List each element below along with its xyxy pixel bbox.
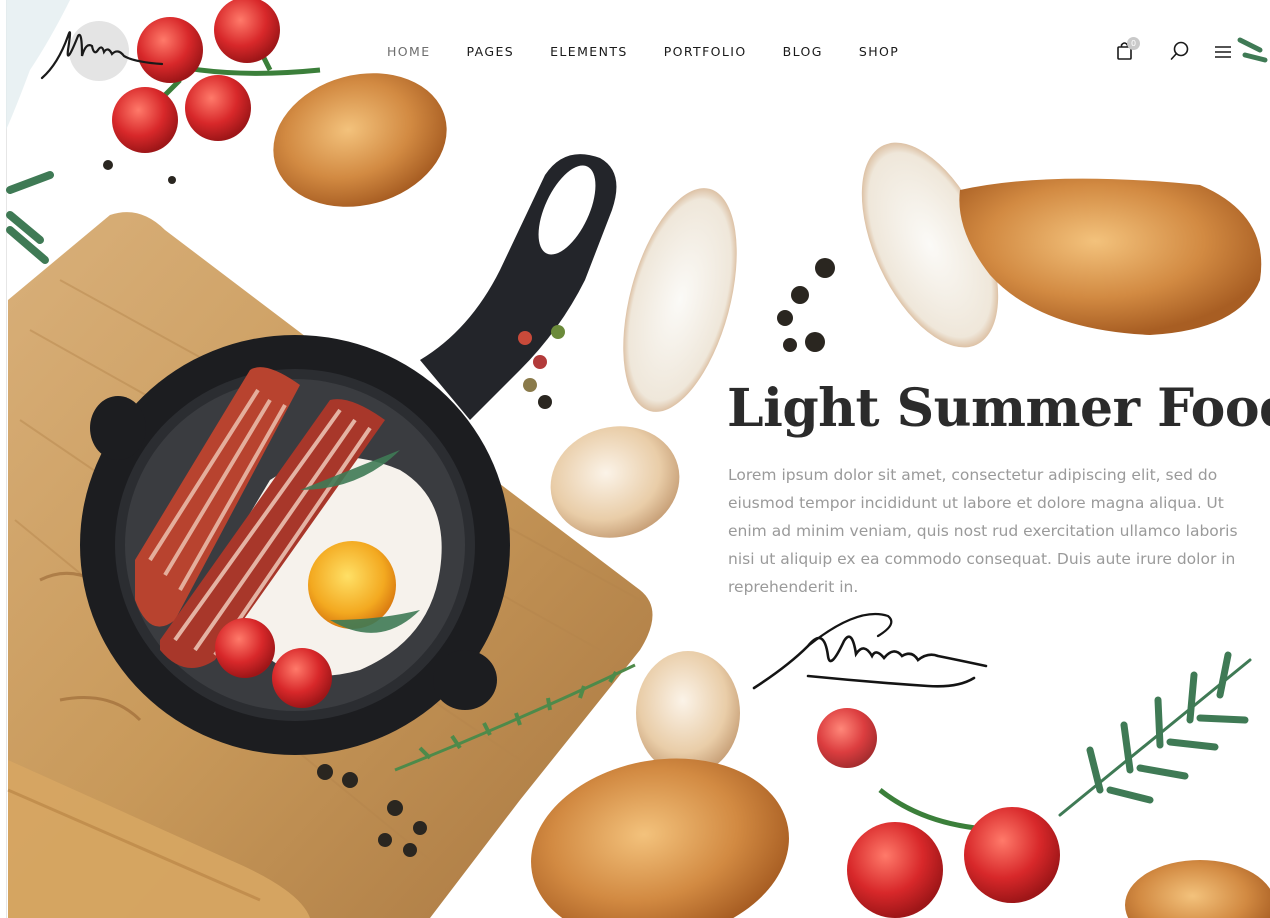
nav-portfolio[interactable]: PORTFOLIO <box>664 44 747 59</box>
hamburger-menu-icon[interactable] <box>1213 40 1237 64</box>
signature-logo-mark <box>40 31 164 80</box>
site-header: HOME PAGES ELEMENTS PORTFOLIO BLOG SHOP … <box>0 0 1270 104</box>
bread-roll-bottom <box>531 758 789 918</box>
herb-top-left <box>6 171 54 264</box>
nav-elements[interactable]: ELEMENTS <box>550 44 628 59</box>
nav-pages[interactable]: PAGES <box>467 44 515 59</box>
main-nav: HOME PAGES ELEMENTS PORTFOLIO BLOG SHOP <box>387 44 935 59</box>
rosemary-branch <box>1058 651 1252 817</box>
header-icons: 0 <box>1115 37 1237 64</box>
nav-home[interactable]: HOME <box>387 44 431 59</box>
handwritten-signature <box>752 612 988 690</box>
signature-logo[interactable] <box>38 16 170 88</box>
search-icon[interactable] <box>1169 40 1193 64</box>
tomato-vine-bottom <box>817 708 1060 918</box>
cart-count-badge: 0 <box>1127 37 1140 50</box>
hero-title: Light Summer Food <box>727 378 1270 439</box>
food-illustration <box>6 0 1270 918</box>
hero-description: Lorem ipsum dolor sit amet, consectetur … <box>728 466 1238 596</box>
nav-shop[interactable]: SHOP <box>859 44 899 59</box>
egg-bottom <box>636 651 740 775</box>
shopping-bag-icon[interactable]: 0 <box>1115 37 1140 64</box>
egg-yolk <box>308 541 396 629</box>
nav-blog[interactable]: BLOG <box>783 44 823 59</box>
